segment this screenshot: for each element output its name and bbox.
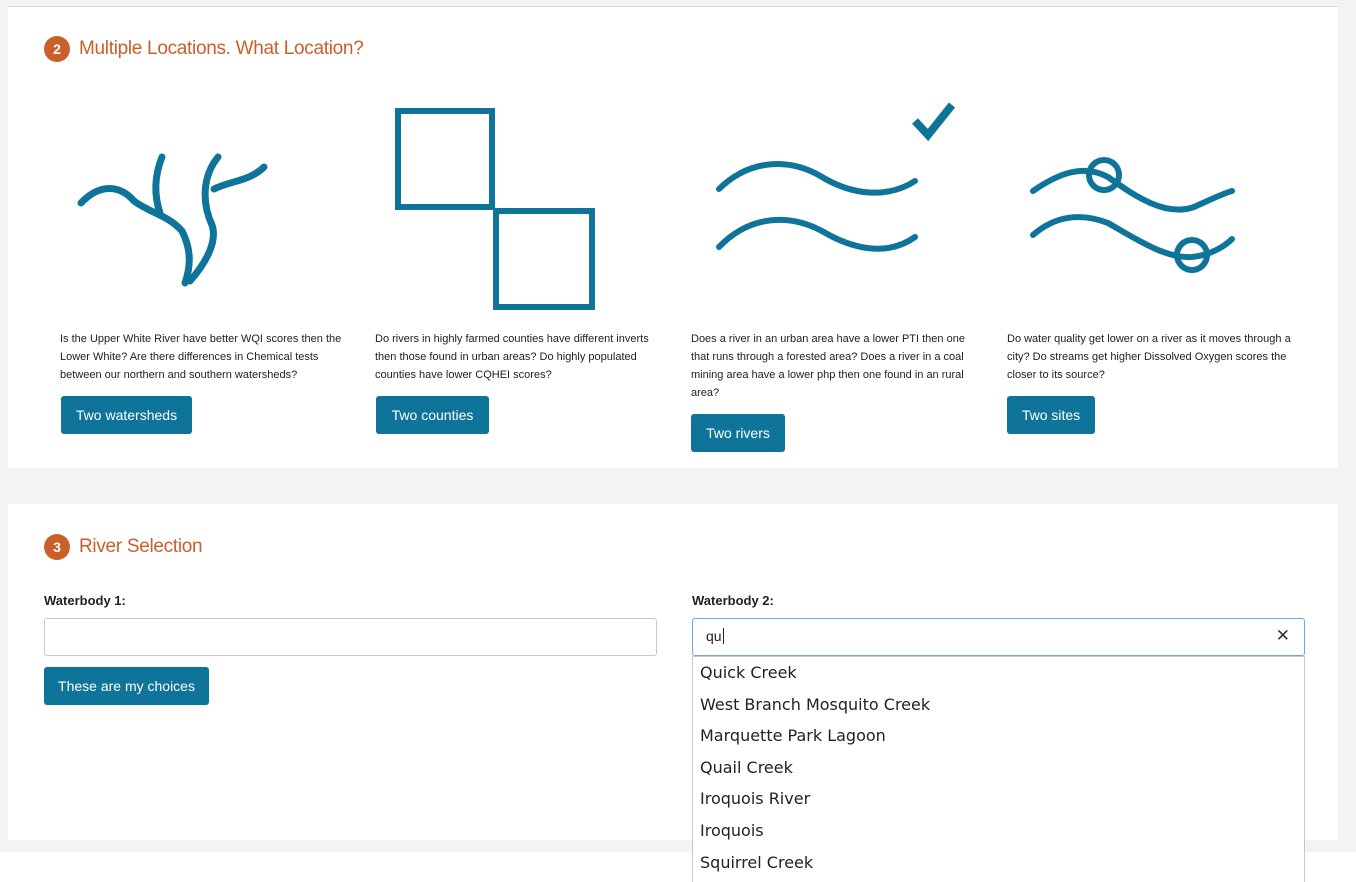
step-number-badge: 3 bbox=[44, 534, 70, 560]
section-title: Multiple Locations. What Location? bbox=[79, 38, 364, 59]
suggestion-item[interactable]: Iroquois River bbox=[693, 783, 1304, 815]
two-watersheds-button[interactable]: Two watersheds bbox=[61, 396, 192, 434]
two-waves-icon bbox=[716, 102, 956, 252]
waves-with-sites-icon bbox=[1030, 157, 1235, 273]
suggestion-item[interactable]: Iroquois bbox=[693, 815, 1304, 847]
step-number-badge: 2 bbox=[44, 36, 70, 62]
two-sites-button[interactable]: Two sites bbox=[1007, 396, 1095, 434]
suggestion-dropdown: Quick Creek West Branch Mosquito Creek M… bbox=[692, 656, 1305, 882]
location-section-header: 2 Multiple Locations. What Location? bbox=[44, 36, 364, 62]
waterbody2-value: qu bbox=[706, 628, 722, 644]
two-rivers-button[interactable]: Two rivers bbox=[691, 414, 785, 452]
suggestion-item[interactable]: West Branch Mosquito Creek bbox=[693, 689, 1304, 721]
waterbody1-input[interactable] bbox=[44, 618, 657, 656]
text-caret bbox=[722, 628, 724, 644]
waterbody2-label: Waterbody 2: bbox=[692, 593, 774, 608]
two-counties-button[interactable]: Two counties bbox=[376, 396, 489, 434]
watershed-branch-icon bbox=[77, 153, 268, 287]
location-section: 2 Multiple Locations. What Location? Is … bbox=[8, 6, 1338, 468]
waterbody2-input[interactable]: qu ✕ bbox=[692, 618, 1305, 656]
clear-icon[interactable]: ✕ bbox=[1276, 626, 1290, 646]
two-squares-icon bbox=[395, 108, 595, 310]
section-title: River Selection bbox=[79, 536, 203, 557]
option-description-counties: Do rivers in highly farmed counties have… bbox=[375, 333, 649, 381]
suggestion-item[interactable]: Quail Creek bbox=[693, 752, 1304, 784]
selected-check-icon bbox=[912, 102, 956, 142]
option-description-sites: Do water quality get lower on a river as… bbox=[1007, 333, 1291, 381]
option-description-rivers: Does a river in an urban area have a low… bbox=[691, 333, 965, 399]
suggestion-item[interactable]: Marquette Park Lagoon bbox=[693, 720, 1304, 752]
suggestion-item[interactable]: Squirrel Creek bbox=[693, 847, 1304, 879]
option-description-watersheds: Is the Upper White River have better WQI… bbox=[60, 333, 342, 381]
river-section-header: 3 River Selection bbox=[44, 534, 203, 560]
page: 2 Multiple Locations. What Location? Is … bbox=[0, 0, 1356, 882]
waterbody1-label: Waterbody 1: bbox=[44, 593, 126, 608]
submit-choices-button[interactable]: These are my choices bbox=[44, 667, 209, 705]
suggestion-item[interactable]: Quick Creek bbox=[693, 657, 1304, 689]
